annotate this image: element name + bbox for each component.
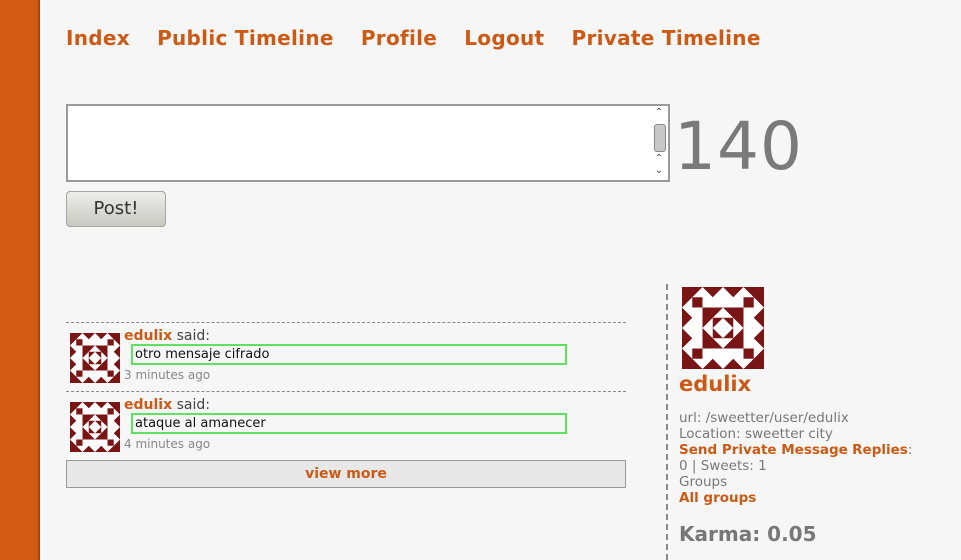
nav-index-link[interactable]: Index — [66, 26, 130, 50]
send-private-message-link[interactable]: Send Private Message — [679, 442, 848, 458]
profile-info: url: /sweetter/user/edulix Location: swe… — [679, 410, 959, 506]
user-avatar[interactable] — [70, 333, 120, 383]
message-textarea[interactable]: ⌃ ⌃ ⌄ — [66, 104, 670, 182]
entry-message: otro mensaje cifrado — [131, 344, 567, 365]
textarea-scrollbar[interactable]: ⌃ ⌃ ⌄ — [652, 108, 666, 178]
profile-location: Location: sweetter city — [679, 426, 833, 442]
entry-message: ataque al amanecer — [131, 413, 567, 434]
nav-private-timeline-link[interactable]: Private Timeline — [572, 26, 761, 50]
profile-counts: 0 | Sweets: 1 — [679, 458, 767, 474]
entry-author-line: edulix said: — [124, 397, 210, 413]
entry-timestamp: 4 minutes ago — [124, 437, 211, 451]
replies-link[interactable]: Replies — [852, 442, 908, 458]
entry-said-label: said: — [176, 328, 210, 344]
main-nav: Index Public Timeline Profile Logout Pri… — [66, 26, 783, 50]
entry-timestamp: 3 minutes ago — [124, 368, 211, 382]
profile-groups-label: Groups — [679, 474, 728, 490]
timeline-entry: edulix said: otro mensaje cifrado 3 minu… — [66, 322, 626, 391]
timeline-list: edulix said: otro mensaje cifrado 3 minu… — [66, 322, 626, 488]
character-counter: 140 — [674, 108, 803, 185]
scroll-down-arrow-icon[interactable]: ⌄ — [652, 166, 666, 176]
all-groups-link[interactable]: All groups — [679, 490, 756, 506]
entry-author-line: edulix said: — [124, 328, 210, 344]
nav-public-timeline-link[interactable]: Public Timeline — [157, 26, 334, 50]
profile-avatar — [682, 287, 764, 369]
view-more-button[interactable]: view more — [66, 460, 626, 488]
scrollbar-thumb[interactable] — [654, 124, 666, 152]
user-sidebar: edulix url: /sweetter/user/edulix Locati… — [666, 284, 961, 560]
scroll-up-arrow-icon[interactable]: ⌃ — [652, 108, 666, 118]
post-button[interactable]: Post! — [66, 191, 166, 227]
profile-url: url: /sweetter/user/edulix — [679, 410, 849, 426]
entry-author-link[interactable]: edulix — [124, 328, 172, 344]
user-avatar[interactable] — [70, 402, 120, 452]
entry-author-link[interactable]: edulix — [124, 397, 172, 413]
nav-profile-link[interactable]: Profile — [361, 26, 437, 50]
karma-score: Karma: 0.05 — [679, 522, 817, 546]
profile-username[interactable]: edulix — [679, 372, 751, 396]
replies-colon: : — [907, 442, 913, 458]
entry-said-label: said: — [176, 397, 210, 413]
nav-logout-link[interactable]: Logout — [464, 26, 544, 50]
timeline-entry: edulix said: ataque al amanecer 4 minute… — [66, 391, 626, 460]
profile-actions-line: Send Private Message Replies: — [679, 442, 959, 458]
page-content: Index Public Timeline Profile Logout Pri… — [38, 0, 961, 560]
scroll-up-arrow-icon[interactable]: ⌃ — [652, 154, 666, 164]
